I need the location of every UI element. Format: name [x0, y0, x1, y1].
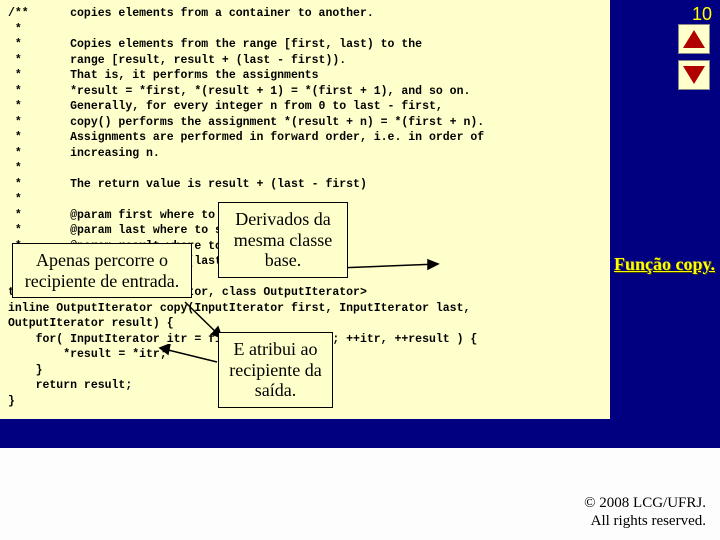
footer: © 2008 LCG/UFRJ. All rights reserved.: [584, 494, 706, 530]
callout-input-container: Apenas percorre o recipiente de entrada.: [12, 243, 192, 298]
footer-rights: All rights reserved.: [584, 512, 706, 530]
triangle-up-icon: [683, 30, 705, 48]
callout-base-class: Derivados da mesma classe base.: [218, 202, 348, 278]
side-label: Função copy.: [612, 254, 717, 275]
nav-next-button[interactable]: [678, 60, 710, 90]
triangle-down-icon: [683, 66, 705, 84]
callout-output-container: E atribui ao recipiente da saída.: [218, 332, 333, 408]
footer-copyright: © 2008 LCG/UFRJ.: [584, 494, 706, 512]
nav-prev-button[interactable]: [678, 24, 710, 54]
slide-number: 10: [692, 4, 712, 25]
nav-controls: [678, 24, 710, 90]
